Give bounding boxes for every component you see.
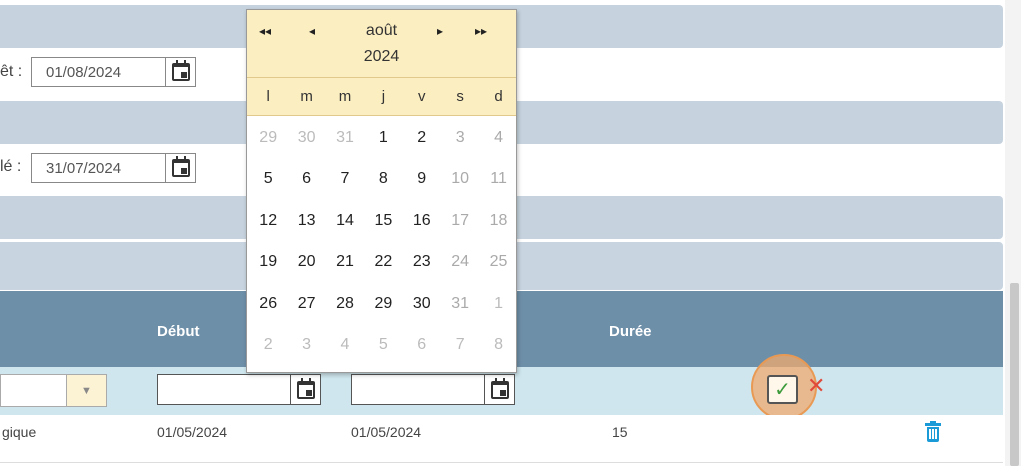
cell-fin: 01/05/2024 xyxy=(351,424,422,440)
calendar-day[interactable]: 5 xyxy=(249,159,287,201)
datepicker-popup: ◂◂ ◂ août 2024 ▸ ▸▸ lmmjvsd 29 30 31 1 2 3 4 5 6… xyxy=(246,9,517,373)
filter-select[interactable]: ▼ xyxy=(0,374,107,407)
end-date-field[interactable]: 31/07/2024 xyxy=(31,153,196,183)
calendar-day[interactable]: 15 xyxy=(364,200,402,242)
filter-row: ▼ xyxy=(0,367,1003,415)
calendar-icon xyxy=(490,377,509,399)
start-date-label: êt : xyxy=(0,63,23,80)
datepicker-year: 2024 xyxy=(363,48,400,65)
calendar-day[interactable]: 28 xyxy=(326,283,364,325)
end-date-label: lé : xyxy=(0,158,22,175)
calendar-day[interactable]: 19 xyxy=(249,242,287,284)
calendar-day[interactable]: 21 xyxy=(326,242,364,284)
calendar-day[interactable]: 31 xyxy=(441,283,479,325)
filter-end-date-input[interactable] xyxy=(351,374,515,405)
calendar-day[interactable]: 6 xyxy=(287,159,325,201)
datepicker-weekdays: lmmjvsd xyxy=(247,78,516,116)
calendar-day[interactable]: 26 xyxy=(249,283,287,325)
calendar-day[interactable]: 8 xyxy=(479,325,517,367)
calendar-day[interactable]: 3 xyxy=(287,325,325,367)
page: êt : 01/08/2024 lé : 31/07/2024 Début Du… xyxy=(0,0,1021,466)
weekday-label: d xyxy=(494,88,503,105)
calendar-day[interactable]: 6 xyxy=(403,325,441,367)
start-date-calendar-button[interactable] xyxy=(165,58,195,86)
column-header-duree[interactable]: Durée xyxy=(609,323,652,340)
weekday-label: l xyxy=(266,88,270,105)
table-row[interactable]: gique 01/05/2024 01/05/2024 15 xyxy=(0,415,1003,463)
calendar-day[interactable]: 13 xyxy=(287,200,325,242)
calendar-day[interactable]: 31 xyxy=(326,117,364,159)
calendar-day[interactable]: 3 xyxy=(441,117,479,159)
weekday-label: m xyxy=(300,88,313,105)
column-header-debut[interactable]: Début xyxy=(157,323,200,340)
cell-debut: 01/05/2024 xyxy=(157,424,228,440)
end-date-calendar-button[interactable] xyxy=(165,154,195,182)
calendar-day[interactable]: 1 xyxy=(479,283,517,325)
filter-end-calendar-button[interactable] xyxy=(484,375,514,404)
filter-start-date-input[interactable] xyxy=(157,374,321,405)
calendar-day[interactable]: 4 xyxy=(326,325,364,367)
calendar-day[interactable]: 4 xyxy=(479,117,517,159)
weekday-label: m xyxy=(338,88,352,105)
weekday-label: j xyxy=(381,88,386,105)
calendar-day[interactable]: 2 xyxy=(249,325,287,367)
calendar-day[interactable]: 25 xyxy=(479,242,517,284)
start-date-field[interactable]: 01/08/2024 xyxy=(31,57,196,87)
filter-start-calendar-button[interactable] xyxy=(290,375,320,404)
datepicker-days: 29 30 31 1 2 3 4 5 6 7 8 9 10 11 12 13 14 15 16 17 18 19 20 21 2… xyxy=(247,116,516,366)
datepicker-header: ◂◂ ◂ août 2024 ▸ ▸▸ xyxy=(247,10,516,78)
calendar-day[interactable]: 20 xyxy=(287,242,325,284)
calendar-day[interactable]: 30 xyxy=(287,117,325,159)
calendar-day[interactable]: 14 xyxy=(326,200,364,242)
calendar-day[interactable]: 8 xyxy=(364,159,402,201)
calendar-day[interactable]: 12 xyxy=(249,200,287,242)
weekday-label: v xyxy=(418,88,426,105)
calendar-day[interactable]: 10 xyxy=(441,159,479,201)
cell-duree: 15 xyxy=(612,424,628,440)
calendar-day[interactable]: 2 xyxy=(403,117,441,159)
trash-icon[interactable] xyxy=(925,421,941,443)
calendar-day[interactable]: 5 xyxy=(364,325,402,367)
calendar-day[interactable]: 7 xyxy=(441,325,479,367)
chevron-down-icon[interactable]: ▼ xyxy=(66,375,106,406)
calendar-day[interactable]: 11 xyxy=(479,159,517,201)
weekday-label: s xyxy=(456,88,464,105)
calendar-day[interactable]: 16 xyxy=(403,200,441,242)
cancel-icon[interactable]: ✕ xyxy=(807,373,825,399)
confirm-button[interactable]: ✓ xyxy=(767,375,798,404)
calendar-day[interactable]: 1 xyxy=(364,117,402,159)
calendar-day[interactable]: 17 xyxy=(441,200,479,242)
calendar-icon xyxy=(171,60,190,81)
calendar-day[interactable]: 30 xyxy=(403,283,441,325)
calendar-day[interactable]: 24 xyxy=(441,242,479,284)
calendar-day[interactable]: 29 xyxy=(364,283,402,325)
start-date-value: 01/08/2024 xyxy=(46,63,122,81)
scrollbar[interactable] xyxy=(1005,0,1021,466)
cell-type: gique xyxy=(2,424,37,440)
calendar-day[interactable]: 23 xyxy=(403,242,441,284)
calendar-day[interactable]: 7 xyxy=(326,159,364,201)
calendar-icon xyxy=(296,377,315,399)
calendar-day[interactable]: 9 xyxy=(403,159,441,201)
next-year-button[interactable]: ▸▸ xyxy=(475,24,487,38)
calendar-day[interactable]: 27 xyxy=(287,283,325,325)
calendar-day[interactable]: 18 xyxy=(479,200,517,242)
calendar-day[interactable]: 22 xyxy=(364,242,402,284)
calendar-day[interactable]: 29 xyxy=(249,117,287,159)
end-date-value: 31/07/2024 xyxy=(46,159,122,177)
scrollbar-thumb[interactable] xyxy=(1010,283,1019,466)
calendar-icon xyxy=(171,156,190,177)
next-month-button[interactable]: ▸ xyxy=(437,24,443,38)
